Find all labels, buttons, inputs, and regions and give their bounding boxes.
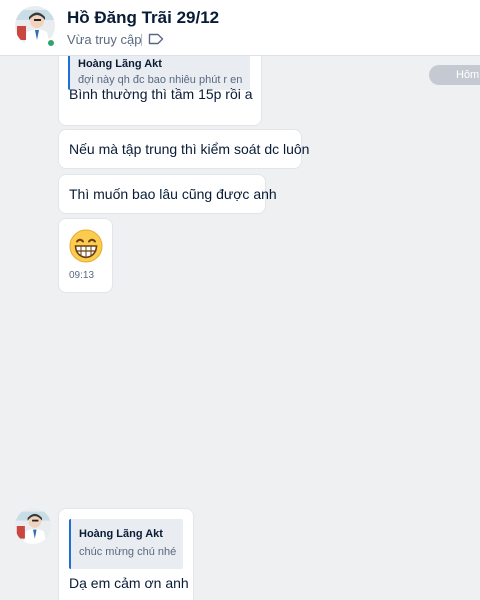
- message-bubble[interactable]: Nếu mà tập trung thì kiểm soát dc luôn: [58, 129, 309, 169]
- message-text: Thì muốn bao lâu cũng được anh: [69, 186, 277, 202]
- contact-name[interactable]: Hồ Đăng Trãi 29/12: [67, 8, 219, 28]
- grinning-face-emoji: [69, 229, 103, 263]
- header-divider: [141, 34, 142, 46]
- message-bubble[interactable]: Thì muốn bao lâu cũng được anh: [58, 174, 277, 214]
- quote-text: chúc mừng chú nhé: [79, 546, 177, 558]
- last-seen-status: Vừa truy cập: [67, 32, 142, 47]
- message-list[interactable]: Hôm nay Hoàng Lãng Akt đợi này qh đc bao…: [0, 56, 480, 600]
- quoted-message[interactable]: Hoàng Lãng Akt chúc mừng chú nhé: [69, 519, 183, 569]
- message-bubble[interactable]: Hoàng Lãng Akt đợi này qh đc bao nhiêu p…: [58, 56, 262, 126]
- quoted-message[interactable]: Hoàng Lãng Akt đợi này qh đc bao nhiêu p…: [68, 56, 250, 90]
- online-status-dot: [46, 38, 56, 48]
- message-bubble[interactable]: 09:13: [58, 218, 113, 293]
- quote-author: Hoàng Lãng Akt: [79, 528, 163, 540]
- date-separator: Hôm nay: [429, 65, 480, 85]
- sender-avatar[interactable]: [15, 508, 51, 544]
- chat-header: Hồ Đăng Trãi 29/12 Vừa truy cập: [0, 0, 480, 56]
- message-timestamp: 09:13: [69, 270, 95, 281]
- message-text: Dạ em cảm ơn anh: [69, 575, 189, 591]
- message-text: Nếu mà tập trung thì kiểm soát dc luôn: [69, 141, 310, 157]
- tag-icon[interactable]: [148, 32, 164, 46]
- quote-author: Hoàng Lãng Akt: [78, 58, 162, 70]
- message-text: Bình thường thì tầm 15p rồi a: [69, 86, 253, 102]
- message-bubble[interactable]: Hoàng Lãng Akt chúc mừng chú nhé Dạ em c…: [58, 508, 194, 600]
